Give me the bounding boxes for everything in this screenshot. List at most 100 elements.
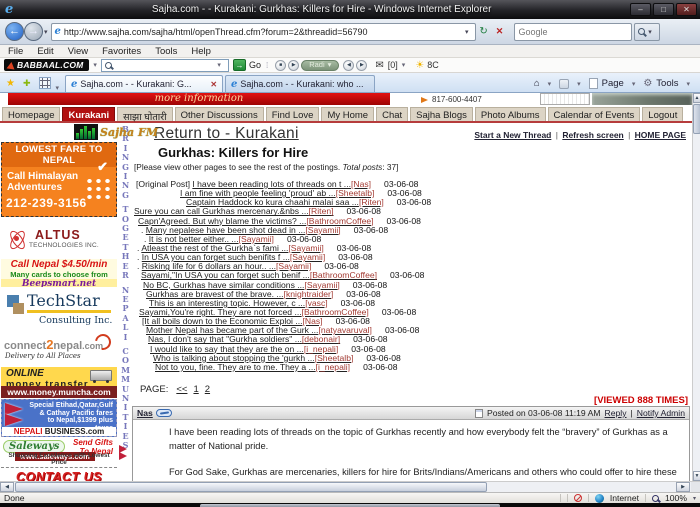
nav-tab-find-love[interactable]: Find Love (266, 107, 320, 121)
tab-inactive[interactable]: e Sajha.com - - Kurakani: who ... (225, 75, 375, 92)
nav-tab-साझा-घोतारी[interactable]: साझा घोतारी (117, 107, 172, 121)
thread-link[interactable]: I am fine with people feeling 'proud' ab… (180, 189, 374, 198)
thread-link[interactable]: Capn'Agreed. But why blame the victims? … (138, 217, 374, 226)
forward-button[interactable]: → (24, 22, 43, 41)
pager-link[interactable]: 1 (193, 384, 198, 395)
babbaal-logo[interactable]: BABBAAL.COM (4, 59, 89, 71)
horizontal-scrollbar[interactable]: ◀ ▶ (0, 481, 700, 492)
page-dropdown-icon[interactable]: ▾ (632, 80, 636, 88)
banner-ad-photo[interactable] (592, 93, 692, 105)
menu-help[interactable]: Help (191, 46, 211, 57)
mail-dropdown-icon[interactable]: ▾ (402, 61, 406, 69)
mail-icon[interactable]: ✉ (375, 60, 383, 71)
volume-up-button[interactable]: ▶ (356, 60, 367, 71)
rss-icon[interactable] (559, 79, 569, 89)
tab-active[interactable]: e Sajha.com - - Kurakani: G... ✕ (65, 75, 223, 92)
banner-ad-small[interactable] (540, 93, 590, 105)
search-go-button[interactable]: ▾ (634, 23, 660, 41)
url-dropdown-icon[interactable]: ▾ (465, 28, 469, 36)
menu-file[interactable]: File (8, 46, 23, 57)
search-input[interactable] (519, 27, 627, 37)
ad-call-nepal[interactable]: Call Nepal $4.50/min Many cards to choos… (1, 259, 117, 287)
url-input[interactable] (64, 27, 464, 37)
nav-tab-logout[interactable]: Logout (642, 107, 683, 121)
menu-favorites[interactable]: Favorites (102, 46, 141, 57)
zoom-dropdown-icon[interactable]: ▾ (693, 495, 696, 502)
thread-link[interactable]: I have been reading lots of threads on t… (192, 180, 371, 189)
radio-stop-button[interactable]: ■ (275, 60, 286, 71)
page-menu-button[interactable]: Page (602, 78, 624, 89)
ad-techstar[interactable]: TechStar Consulting Inc. (1, 289, 117, 330)
restore-button[interactable]: □ (653, 3, 674, 16)
reply-link[interactable]: Reply (605, 408, 627, 418)
thread-link[interactable]: Nas, I don't say that "Gurkha soldiers" … (148, 335, 340, 344)
thread-link[interactable]: Captain Haddock ko kura chaahi malai saa… (186, 198, 384, 207)
home-dropdown-icon[interactable]: ▾ (548, 80, 552, 88)
thread-link[interactable]: In USA you can forget such benifits f ..… (142, 253, 325, 262)
quick-tabs-icon[interactable] (39, 77, 51, 89)
thread-link[interactable]: Sayami,You're right. They are not forced… (139, 308, 369, 317)
nav-tab-photo-albums[interactable]: Photo Albums (475, 107, 546, 121)
back-button[interactable]: ← (5, 22, 24, 41)
toolbar-search-combo[interactable]: ▾ (101, 59, 229, 72)
horizontal-scroll-thumb[interactable] (15, 482, 487, 492)
ad-money-transfer[interactable]: ONLINE money transfer www.money.muncha.c… (1, 367, 117, 398)
thread-link[interactable]: Risking life for 6 dollars an hour.. ...… (142, 262, 312, 271)
thread-link[interactable]: Sayami,"In USA you can forget such benif… (141, 271, 377, 280)
thread-link[interactable]: Who is talking about stopping the 'gurkh… (153, 354, 353, 363)
ad-lowest-fare[interactable]: LOWEST FARE TO NEPAL Call HimalayanAdven… (1, 142, 117, 217)
action-start-a-new-thread[interactable]: Start a New Thread (474, 130, 551, 140)
thread-link[interactable]: Not to you, fine. They are to me. They a… (155, 363, 350, 372)
thread-link[interactable]: No BC, Gurkhas have similar conditions .… (143, 281, 340, 290)
pager-link[interactable]: 2 (205, 384, 210, 395)
sajha-fm-logo[interactable]: Sajha FM (74, 123, 158, 141)
scroll-down-icon[interactable]: ▼ (693, 471, 700, 481)
home-icon[interactable]: ⌂ (534, 78, 540, 89)
tools-dropdown-icon[interactable]: ▾ (686, 80, 690, 88)
volume-down-button[interactable]: ◀ (343, 60, 354, 71)
vertical-scroll-thumb[interactable] (693, 104, 700, 134)
history-dropdown-icon[interactable]: ▾ (44, 28, 48, 36)
scroll-up-icon[interactable]: ▲ (693, 93, 700, 103)
thread-link[interactable]: Sure you can call Gurkhas mercenary.&nbs… (134, 207, 334, 216)
thread-link[interactable]: It is not better either.. ...[Sayamii] (149, 235, 274, 244)
thread-link[interactable]: [It all boils down to the Economic Explo… (142, 317, 323, 326)
nav-tab-kurakani[interactable]: Kurakani (62, 107, 115, 121)
thread-link[interactable]: This is an interesting topic. However, c… (149, 299, 328, 308)
thread-link[interactable]: Gurkhas are bravest of the brave. ...[kn… (146, 290, 333, 299)
action-home-page[interactable]: HOME PAGE (635, 130, 686, 140)
ad-connect2nepal[interactable]: connect2nepal.com Delivery to All Places (1, 331, 117, 366)
nav-tab-other-discussions[interactable]: Other Discussions (175, 107, 264, 121)
menu-edit[interactable]: Edit (37, 46, 53, 57)
nav-tab-my-home[interactable]: My Home (321, 107, 374, 121)
phishing-filter-icon[interactable] (574, 494, 582, 502)
radio-play-button[interactable]: ▶ (288, 60, 299, 71)
toolbar-go-button[interactable]: → (233, 59, 246, 71)
quick-tabs-dropdown-icon[interactable]: ▾ (56, 84, 60, 92)
rss-dropdown-icon[interactable]: ▾ (577, 80, 581, 88)
vertical-scrollbar[interactable]: ▲ ▼ (692, 93, 700, 481)
refresh-button[interactable]: ↻ (476, 23, 492, 41)
add-favorite-icon[interactable]: ✚ (23, 78, 31, 89)
stop-button[interactable]: ✕ (492, 23, 508, 41)
return-to-kurakani-link[interactable]: Return to - Kurakani (154, 125, 299, 143)
action-refresh-screen[interactable]: Refresh screen (562, 130, 623, 140)
menu-tools[interactable]: Tools (155, 46, 177, 57)
ad-saleways[interactable]: Saleways Send GiftsTo Nepal www.saleways… (1, 438, 117, 468)
tab-close-icon[interactable]: ✕ (204, 80, 217, 89)
scroll-right-icon[interactable]: ▶ (676, 482, 690, 492)
thread-link[interactable]: Many nepalese have been shot dead in ...… (146, 226, 341, 235)
nav-tab-homepage[interactable]: Homepage (2, 107, 60, 121)
ad-web-design[interactable]: CONTACT US for WEB DESIGN (1, 470, 117, 481)
thread-link[interactable]: I would like to say that they are the on… (150, 345, 338, 354)
toolbar-grip[interactable]: ⁞ (266, 61, 268, 70)
menu-view[interactable]: View (68, 46, 88, 57)
favorites-star-icon[interactable]: ★ (6, 78, 15, 89)
thread-link[interactable]: Atleast the rest of the Gurkha`s fami ..… (141, 244, 323, 253)
pager-link[interactable]: << (176, 384, 187, 395)
babbaal-dropdown-icon[interactable]: ▾ (93, 61, 97, 69)
minimize-button[interactable]: – (630, 3, 651, 16)
close-button[interactable]: ✕ (676, 3, 697, 16)
nav-tab-chat[interactable]: Chat (376, 107, 408, 121)
zoom-icon[interactable] (652, 495, 659, 502)
